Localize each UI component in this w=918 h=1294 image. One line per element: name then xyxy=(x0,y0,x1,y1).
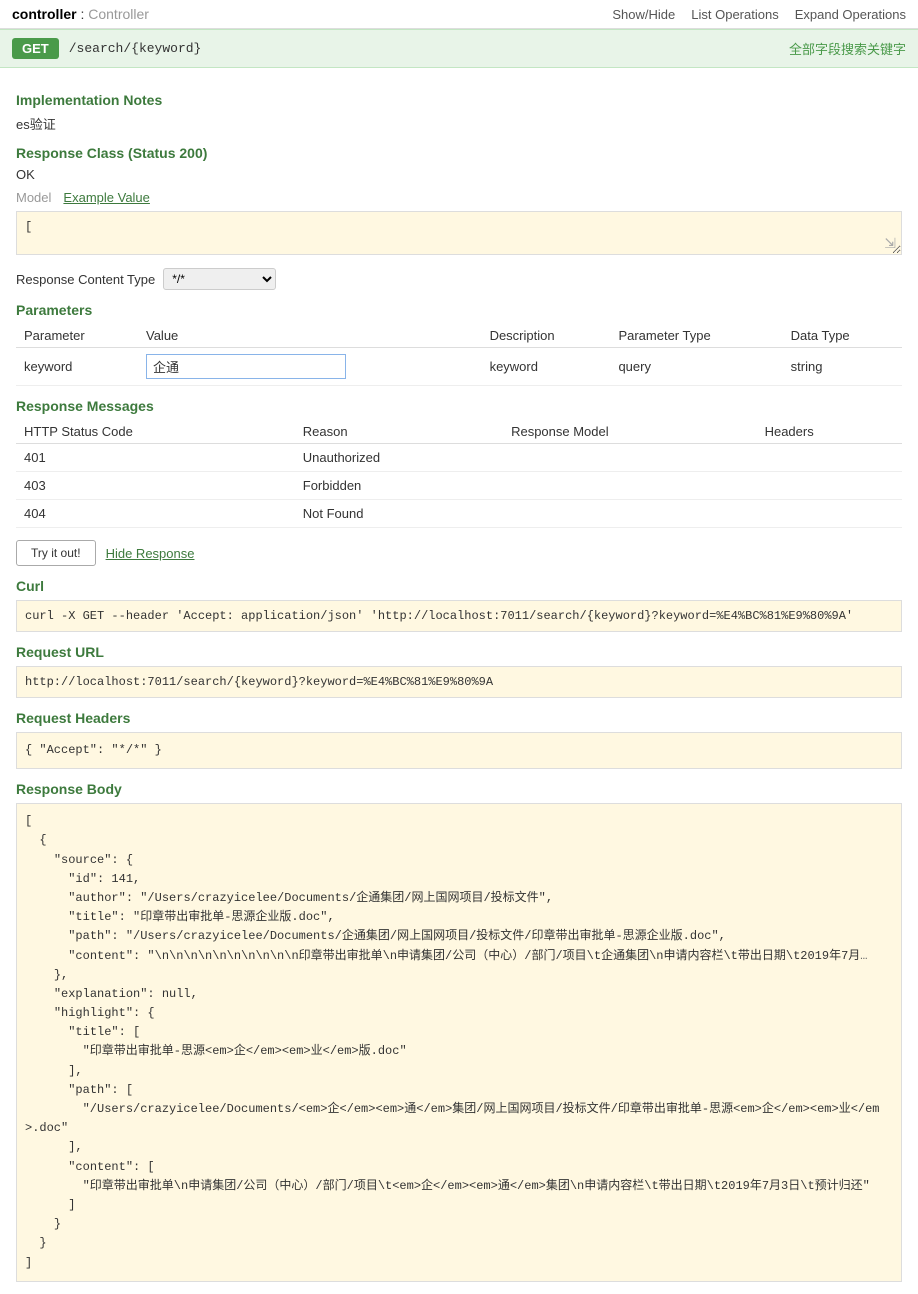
model-tab-label[interactable]: Model xyxy=(16,190,51,205)
response-body-content: [ { "source": { "id": 141, "author": "/U… xyxy=(16,803,902,1282)
resp-reason: Forbidden xyxy=(295,472,503,500)
resp-reason: Unauthorized xyxy=(295,444,503,472)
response-body-title: Response Body xyxy=(16,781,902,797)
param-col-param-type: Parameter Type xyxy=(610,324,782,348)
implementation-notes-body: es验证 xyxy=(16,114,902,133)
get-bar-left: GET /search/{keyword} xyxy=(12,38,201,59)
get-badge[interactable]: GET xyxy=(12,38,59,59)
curl-title: Curl xyxy=(16,578,902,594)
response-class-body: OK xyxy=(16,167,902,182)
table-row: 401 Unauthorized xyxy=(16,444,902,472)
parameters-table: Parameter Value Description Parameter Ty… xyxy=(16,324,902,386)
header-title: controller : Controller xyxy=(12,6,149,22)
resp-headers xyxy=(757,472,902,500)
list-operations-link[interactable]: List Operations xyxy=(691,7,778,22)
controller-text-label: Controller xyxy=(88,6,149,22)
param-name: keyword xyxy=(16,348,138,386)
param-value-cell[interactable] xyxy=(138,348,482,386)
parameters-title: Parameters xyxy=(16,302,902,318)
request-url-section: Request URL http://localhost:7011/search… xyxy=(16,644,902,698)
header: controller : Controller Show/Hide List O… xyxy=(0,0,918,29)
table-row: 403 Forbidden xyxy=(16,472,902,500)
request-url-content: http://localhost:7011/search/{keyword}?k… xyxy=(16,666,902,698)
try-it-out-button[interactable]: Try it out! xyxy=(16,540,96,566)
response-body-section: Response Body [ { "source": { "id": 141,… xyxy=(16,781,902,1282)
response-class-title: Response Class (Status 200) xyxy=(16,145,902,161)
expand-operations-link[interactable]: Expand Operations xyxy=(795,7,906,22)
table-row: 404 Not Found xyxy=(16,500,902,528)
model-tabs: Model Example Value xyxy=(16,190,902,205)
table-row: keyword keyword query string xyxy=(16,348,902,386)
resp-col-headers: Headers xyxy=(757,420,902,444)
resp-col-model: Response Model xyxy=(503,420,757,444)
main-content: Implementation Notes es验证 Response Class… xyxy=(0,68,918,1294)
param-value-input[interactable] xyxy=(146,354,346,379)
param-col-data-type: Data Type xyxy=(783,324,902,348)
resp-model xyxy=(503,444,757,472)
resp-headers xyxy=(757,444,902,472)
header-nav: Show/Hide List Operations Expand Operati… xyxy=(612,7,906,22)
param-data-type: string xyxy=(783,348,902,386)
resp-model xyxy=(503,500,757,528)
param-type: query xyxy=(610,348,782,386)
example-value-box[interactable]: [ xyxy=(16,211,902,255)
parameters-section: Parameters Parameter Value Description P… xyxy=(16,302,902,386)
curl-section: Curl curl -X GET --header 'Accept: appli… xyxy=(16,578,902,632)
implementation-notes-title: Implementation Notes xyxy=(16,92,902,108)
show-hide-link[interactable]: Show/Hide xyxy=(612,7,675,22)
response-messages-section: Response Messages HTTP Status Code Reaso… xyxy=(16,398,902,528)
response-content-type-select[interactable]: */* application/json xyxy=(163,268,276,290)
example-value-tab[interactable]: Example Value xyxy=(63,190,149,205)
resp-col-code: HTTP Status Code xyxy=(16,420,295,444)
resp-col-reason: Reason xyxy=(295,420,503,444)
controller-bold-label: controller xyxy=(12,6,77,22)
resp-model xyxy=(503,472,757,500)
get-path: /search/{keyword} xyxy=(69,41,202,56)
get-bar: GET /search/{keyword} 全部字段搜索关键字 xyxy=(0,29,918,68)
request-url-title: Request URL xyxy=(16,644,902,660)
request-headers-title: Request Headers xyxy=(16,710,902,726)
resp-code: 401 xyxy=(16,444,295,472)
response-messages-table: HTTP Status Code Reason Response Model H… xyxy=(16,420,902,528)
hide-response-button[interactable]: Hide Response xyxy=(106,546,195,561)
resp-headers xyxy=(757,500,902,528)
action-buttons: Try it out! Hide Response xyxy=(16,540,902,566)
resp-code: 403 xyxy=(16,472,295,500)
response-content-type: Response Content Type */* application/js… xyxy=(16,268,902,290)
response-content-type-label: Response Content Type xyxy=(16,272,155,287)
param-col-parameter: Parameter xyxy=(16,324,138,348)
get-description: 全部字段搜索关键字 xyxy=(789,39,906,58)
curl-content: curl -X GET --header 'Accept: applicatio… xyxy=(16,600,902,632)
implementation-notes: Implementation Notes es验证 xyxy=(16,92,902,133)
response-class: Response Class (Status 200) OK xyxy=(16,145,902,182)
response-messages-header-row: HTTP Status Code Reason Response Model H… xyxy=(16,420,902,444)
request-headers-section: Request Headers { "Accept": "*/*" } xyxy=(16,710,902,769)
param-description: keyword xyxy=(482,348,611,386)
param-col-description: Description xyxy=(482,324,611,348)
parameters-header-row: Parameter Value Description Parameter Ty… xyxy=(16,324,902,348)
resp-code: 404 xyxy=(16,500,295,528)
resp-reason: Not Found xyxy=(295,500,503,528)
param-col-value: Value xyxy=(138,324,482,348)
request-headers-content: { "Accept": "*/*" } xyxy=(16,732,902,769)
response-messages-title: Response Messages xyxy=(16,398,902,414)
